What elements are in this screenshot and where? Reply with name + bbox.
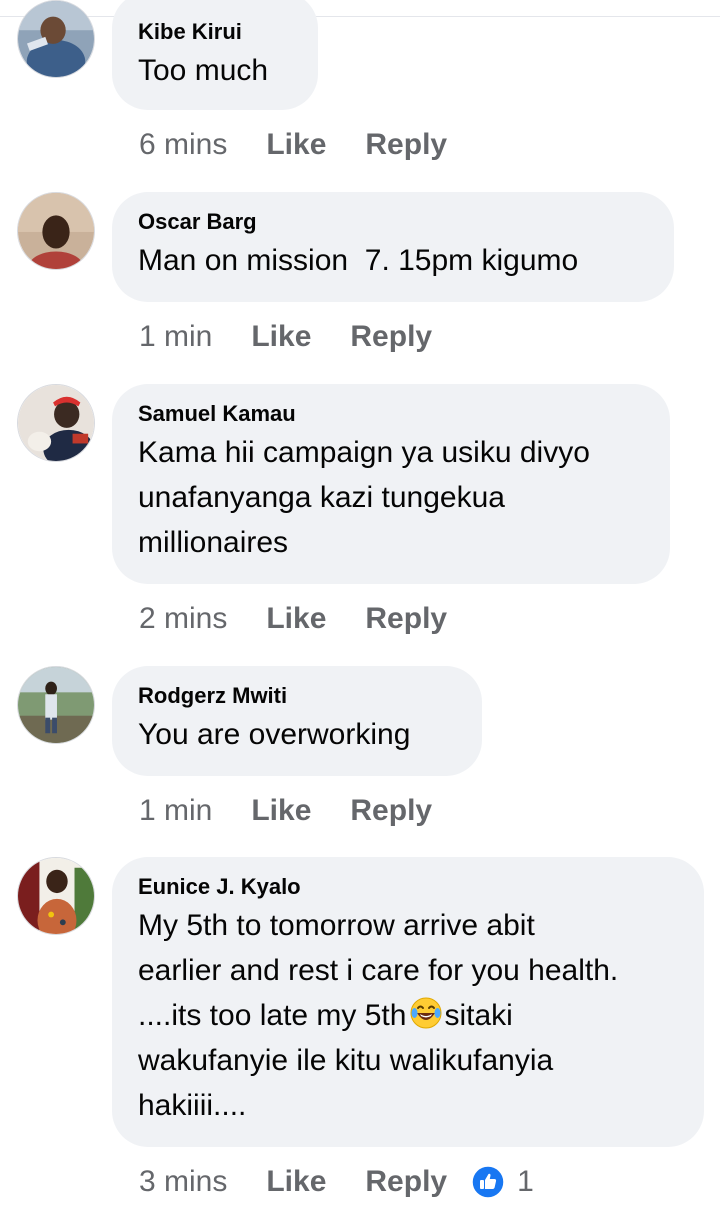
comment-bubble: Eunice J. Kyalo My 5th to tomorrow arriv… bbox=[112, 857, 704, 1147]
like-button[interactable]: Like bbox=[266, 601, 326, 637]
comment-text-line: millionaires bbox=[138, 526, 289, 559]
comment-actions: 2 mins Like Reply bbox=[139, 601, 447, 637]
comment-text-line: You are overworking bbox=[138, 718, 411, 751]
comment-text-line: wakufanyie ile kitu walikufanyia bbox=[138, 1044, 554, 1077]
comment-time[interactable]: 1 min bbox=[139, 319, 212, 355]
reaction-summary[interactable]: 1 bbox=[471, 1164, 534, 1200]
comment-text-line: hakiiii.... bbox=[138, 1089, 247, 1122]
like-reaction-icon bbox=[471, 1165, 505, 1199]
top-divider bbox=[0, 16, 720, 17]
comment-actions: 3 mins Like Reply 1 bbox=[139, 1164, 534, 1200]
comment-text-segment: sitaki bbox=[444, 999, 513, 1032]
avatar[interactable] bbox=[17, 384, 95, 462]
reply-button[interactable]: Reply bbox=[365, 1164, 447, 1200]
comment-time[interactable]: 3 mins bbox=[139, 1164, 227, 1200]
comment-time[interactable]: 2 mins bbox=[139, 601, 227, 637]
comment-text-line: My 5th to tomorrow arrive abit bbox=[138, 909, 535, 942]
comment-text-segment: ....its too late my 5th bbox=[138, 999, 407, 1032]
comment-actions: 1 min Like Reply bbox=[139, 793, 432, 829]
reaction-count: 1 bbox=[517, 1165, 534, 1198]
like-button[interactable]: Like bbox=[266, 127, 326, 163]
comment-author[interactable]: Kibe Kirui bbox=[138, 18, 292, 46]
comment-author[interactable]: Eunice J. Kyalo bbox=[138, 873, 678, 901]
laughing-tears-emoji-icon bbox=[410, 997, 442, 1029]
comment-author[interactable]: Rodgerz Mwiti bbox=[138, 682, 456, 710]
comment-bubble: Kibe Kirui Too much bbox=[112, 0, 318, 110]
avatar[interactable] bbox=[17, 857, 95, 935]
comment-text-line: Kama hii campaign ya usiku divyo bbox=[138, 436, 590, 469]
comment-text-line: Man on mission 7. 15pm kigumo bbox=[138, 244, 579, 277]
comment-text-line: earlier and rest i care for you health. bbox=[138, 954, 619, 987]
comment-time[interactable]: 1 min bbox=[139, 793, 212, 829]
avatar[interactable] bbox=[17, 0, 95, 78]
comment-bubble: Oscar Barg Man on mission 7. 15pm kigumo bbox=[112, 192, 674, 302]
comment-author[interactable]: Samuel Kamau bbox=[138, 400, 644, 428]
reply-button[interactable]: Reply bbox=[350, 319, 432, 355]
like-button[interactable]: Like bbox=[251, 793, 311, 829]
comment-actions: 6 mins Like Reply bbox=[139, 127, 447, 163]
comment-bubble: Samuel Kamau Kama hii campaign ya usiku … bbox=[112, 384, 670, 584]
avatar[interactable] bbox=[17, 666, 95, 744]
comment-author[interactable]: Oscar Barg bbox=[138, 208, 648, 236]
reply-button[interactable]: Reply bbox=[350, 793, 432, 829]
avatar[interactable] bbox=[17, 192, 95, 270]
comment-text-line: unafanyanga kazi tungekua bbox=[138, 481, 505, 514]
reply-button[interactable]: Reply bbox=[365, 127, 447, 163]
comment-bubble: Rodgerz Mwiti You are overworking bbox=[112, 666, 482, 776]
comment-text-line: ....its too late my 5th sitaki bbox=[138, 993, 678, 1038]
comment-text-line: Too much bbox=[138, 54, 269, 87]
like-button[interactable]: Like bbox=[251, 319, 311, 355]
like-button[interactable]: Like bbox=[266, 1164, 326, 1200]
comment-time[interactable]: 6 mins bbox=[139, 127, 227, 163]
reply-button[interactable]: Reply bbox=[365, 601, 447, 637]
comment-actions: 1 min Like Reply bbox=[139, 319, 432, 355]
